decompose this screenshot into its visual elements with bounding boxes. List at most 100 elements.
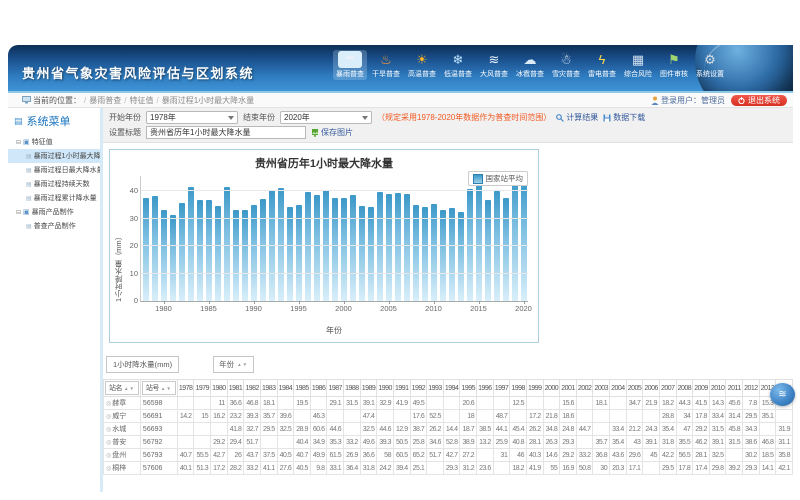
nav-item-map-review[interactable]: ⚑图件审核 — [657, 50, 691, 80]
document-icon: ▤ — [26, 195, 32, 202]
value-cell: 29.2 — [560, 449, 577, 462]
nav-item-hail[interactable]: ☁冰雹普查 — [513, 50, 547, 80]
sort-arrows-icon: ▲▼ — [124, 386, 135, 391]
value-cell: 31.9 — [776, 423, 793, 436]
value-cell: 39.3 — [244, 410, 261, 423]
row-expand-icon[interactable]: ◎ — [106, 440, 111, 446]
station-id-sort-button[interactable]: 站号▲▼ — [142, 381, 176, 395]
value-cell — [260, 436, 277, 449]
breadcrumb-item[interactable]: 暴雨普查 — [89, 95, 121, 106]
sidebar-item[interactable]: ▤暴雨过程日最大降水量 — [8, 163, 100, 177]
nav-item-lightning[interactable]: ϟ雷电普查 — [585, 50, 619, 80]
value-cell: 18.7 — [460, 423, 477, 436]
value-cell: 46.3 — [310, 410, 327, 423]
year-column-header: 1991 — [393, 380, 410, 397]
nav-item-drought[interactable]: ♨干旱普查 — [369, 50, 403, 80]
year-column-header: 1983 — [260, 380, 277, 397]
value-cell — [576, 410, 593, 423]
value-cell: 52.8 — [443, 436, 460, 449]
year-column-header: 2002 — [576, 380, 593, 397]
toolbar-row-title: 设置标题 保存图片 — [109, 125, 787, 140]
nav-item-wind[interactable]: ≋大风普查 — [477, 50, 511, 80]
row-expand-icon[interactable]: ◎ — [106, 427, 111, 433]
sidebar-item[interactable]: ▤普查产品制作 — [8, 219, 100, 233]
table-row: ◎普安5679229.229.451.740.434.935.333.249.6… — [104, 436, 794, 449]
sidebar-item[interactable]: ▤暴雨过程1小时最大降水量 — [8, 149, 100, 163]
sidebar-item[interactable]: ▤暴雨过程持续天数 — [8, 177, 100, 191]
legend-label: 国家站平均 — [486, 173, 524, 184]
sidebar-group[interactable]: ⊟▣暴雨产品制作 — [8, 205, 100, 219]
value-cell: 29.3 — [443, 462, 460, 475]
bar-2012 — [449, 208, 455, 301]
bar-1986 — [215, 206, 221, 301]
value-cell: 39.3 — [377, 436, 394, 449]
value-cell — [643, 462, 660, 475]
value-cell: 14.4 — [443, 423, 460, 436]
row-expand-icon[interactable]: ◎ — [106, 466, 111, 472]
chart-title-input[interactable] — [146, 126, 306, 139]
breadcrumb-item[interactable]: 暴雨过程1小时最大降水量 — [162, 95, 254, 106]
bar-2008 — [413, 205, 419, 301]
value-cell: 37.5 — [260, 449, 277, 462]
floating-badge[interactable]: ≋ — [770, 383, 795, 406]
bar-2004 — [377, 192, 383, 301]
value-cell — [344, 423, 361, 436]
start-year-select[interactable]: 1978年 — [146, 111, 238, 124]
value-cell: 50.8 — [576, 462, 593, 475]
data-download-button[interactable]: 数据下载 — [603, 112, 645, 123]
nav-item-label: 综合风险 — [621, 69, 655, 79]
value-cell: 15.6 — [560, 397, 577, 410]
year-column-header: 1985 — [294, 380, 311, 397]
nav-item-snow-disaster[interactable]: ☃雪灾普查 — [549, 50, 583, 80]
value-cell: 26.2 — [526, 423, 543, 436]
nav-item-low-temp[interactable]: ❄低温普查 — [441, 50, 475, 80]
station-name-cell: ◎赫章 — [104, 397, 141, 410]
value-cell — [344, 410, 361, 423]
tree-collapse-icon[interactable]: ⊟ — [16, 139, 21, 146]
folder-icon: ▣ — [23, 138, 30, 146]
year-column-header: 2011 — [726, 380, 743, 397]
nav-item-composite-risk[interactable]: ▦综合风险 — [621, 50, 655, 80]
value-cell: 24.2 — [377, 462, 394, 475]
end-year-select[interactable]: 2020年 — [280, 111, 372, 124]
calc-result-button[interactable]: 计算结果 — [556, 112, 598, 123]
value-cell: 34.6 — [427, 436, 444, 449]
value-cell: 17.1 — [626, 462, 643, 475]
nav-item-settings[interactable]: ⚙系统设置 — [693, 50, 727, 80]
value-cell: 41.9 — [393, 397, 410, 410]
sidebar-item[interactable]: ▤暴雨过程累计降水量 — [8, 191, 100, 205]
chart-panel: 贵州省历年1小时最大降水量 国家站平均 1小时降水量（mm） 010203040… — [109, 149, 539, 343]
save-image-button[interactable]: 保存图片 — [311, 127, 353, 138]
value-cell: 34.8 — [543, 423, 560, 436]
chart-legend[interactable]: 国家站平均 — [468, 171, 529, 186]
value-cell: 26.2 — [427, 423, 444, 436]
value-cell: 30 — [593, 462, 610, 475]
composite-risk-icon: ▦ — [626, 51, 650, 68]
breadcrumb-bar: 当前的位置： /暴雨普查/特征值/暴雨过程1小时最大降水量 登录用户：管理员 退… — [8, 93, 793, 108]
value-cell: 44.3 — [676, 397, 693, 410]
row-expand-icon[interactable]: ◎ — [106, 401, 111, 407]
breadcrumb-item[interactable]: 特征值 — [129, 95, 153, 106]
value-cell: 35.1 — [759, 410, 776, 423]
value-cell: 9.8 — [310, 462, 327, 475]
station-id-cell: 56691 — [140, 410, 177, 423]
y-axis-label: 1小时降水量（mm） — [113, 176, 124, 302]
user-area: 登录用户：管理员 退出系统 — [651, 95, 787, 106]
row-expand-icon[interactable]: ◎ — [106, 414, 111, 420]
station-name-sort-button[interactable]: 站名▲▼ — [105, 381, 139, 395]
nav-item-rainstorm[interactable]: ☂暴雨普查 — [333, 50, 367, 80]
logout-button[interactable]: 退出系统 — [731, 95, 787, 106]
year-sort-box[interactable]: 年份 ▲▼ — [213, 356, 254, 373]
value-cell: 45.4 — [510, 423, 527, 436]
tree-collapse-icon[interactable]: ⊟ — [16, 209, 21, 216]
nav-item-label: 雪灾普查 — [549, 69, 583, 79]
nav-item-label: 干旱普查 — [369, 69, 403, 79]
sidebar-group[interactable]: ⊟▣特征值 — [8, 135, 100, 149]
sidebar-item-label: 暴雨过程持续天数 — [34, 179, 90, 189]
value-cell — [277, 397, 294, 410]
bar-1997 — [314, 195, 320, 301]
row-expand-icon[interactable]: ◎ — [106, 453, 111, 459]
value-cell — [294, 410, 311, 423]
value-cell: 31.8 — [659, 436, 676, 449]
nav-item-high-temp[interactable]: ☀高温普查 — [405, 50, 439, 80]
